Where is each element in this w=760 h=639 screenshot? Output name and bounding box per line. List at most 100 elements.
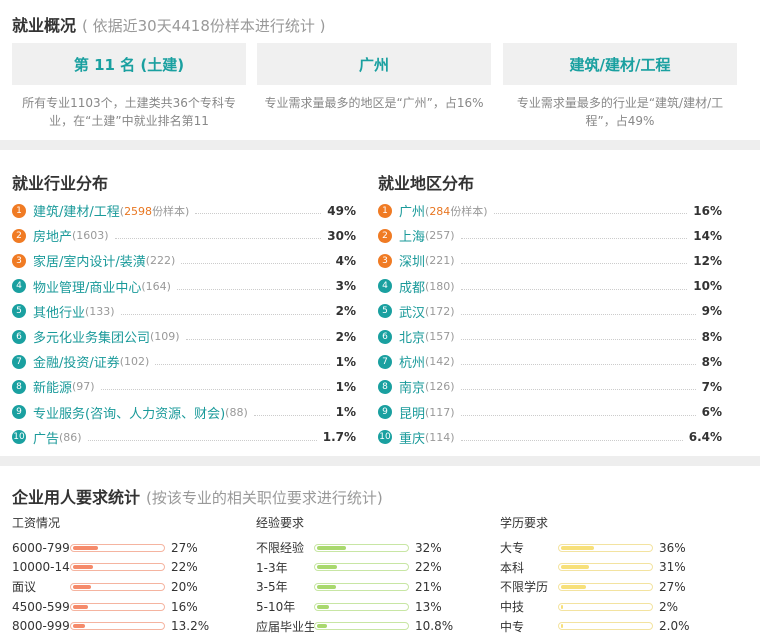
industry-row[interactable]: 3 家居/室内设计/装潢 (222) 4% xyxy=(12,248,356,273)
sample-count: (114) xyxy=(425,430,455,444)
dotted-leader xyxy=(120,313,330,315)
region-row[interactable]: 3 深圳 (221) 12% xyxy=(378,248,722,273)
rank-badge: 9 xyxy=(378,405,392,420)
industry-row[interactable]: 10 广告 (86) 1.7% xyxy=(12,425,356,450)
region-row[interactable]: 7 杭州 (142) 8% xyxy=(378,349,722,374)
region-name[interactable]: 上海 xyxy=(399,226,425,245)
overview-desc-top-industry: 专业需求量最多的行业是“建筑/建材/工程”，占49% xyxy=(516,96,724,128)
region-row[interactable]: 2 上海 (257) 14% xyxy=(378,223,722,248)
sample-count: (172) xyxy=(425,304,455,318)
count-suffix: 份样本) xyxy=(450,204,488,218)
sample-count: (142) xyxy=(425,355,455,369)
industry-name[interactable]: 金融/投资/证券 xyxy=(33,352,120,371)
region-name[interactable]: 武汉 xyxy=(399,302,425,321)
region-row[interactable]: 8 南京 (126) 7% xyxy=(378,374,722,399)
requirement-bar-fill xyxy=(317,545,346,550)
rank-badge: 2 xyxy=(378,228,392,243)
dotted-leader xyxy=(176,288,330,290)
industry-name[interactable]: 专业服务(咨询、人力资源、财会) xyxy=(33,403,225,422)
requirement-column-title: 工资情况 xyxy=(12,516,61,530)
region-row[interactable]: 4 成都 (180) 10% xyxy=(378,274,722,299)
region-distribution-list: 1 广州 (284份样本) 16% 2 上海 (257) 14% 3 深圳 (221) 12% 4 成都(… xyxy=(378,198,722,450)
region-name[interactable]: 成都 xyxy=(399,277,425,296)
region-name[interactable]: 北京 xyxy=(399,327,425,346)
sample-count: (133) xyxy=(85,304,115,318)
percentage: 10% xyxy=(693,279,722,294)
requirement-bar xyxy=(558,602,653,611)
industry-row[interactable]: 2 房地产 (1603) 30% xyxy=(12,223,356,248)
region-row[interactable]: 6 北京 (157) 8% xyxy=(378,324,722,349)
requirement-label: 10000-149 xyxy=(12,560,70,575)
rank-badge: 6 xyxy=(378,329,392,344)
percentage: 30% xyxy=(327,228,356,243)
dotted-leader xyxy=(460,288,688,290)
requirement-row: 大专 36% xyxy=(500,538,735,558)
industry-row[interactable]: 1 建筑/建材/工程 (2598份样本) 49% xyxy=(12,198,356,223)
industry-name[interactable]: 多元化业务集团公司 xyxy=(33,327,150,346)
dotted-leader xyxy=(460,238,688,240)
region-row[interactable]: 5 武汉 (172) 9% xyxy=(378,299,722,324)
requirement-bar xyxy=(70,543,165,552)
dotted-leader xyxy=(460,313,696,315)
sample-count: (117) xyxy=(425,405,455,419)
dotted-leader xyxy=(253,414,330,416)
requirement-bar-fill xyxy=(561,545,594,550)
percentage: 8% xyxy=(701,329,722,344)
industry-name[interactable]: 广告 xyxy=(33,428,59,447)
industry-row[interactable]: 9 专业服务(咨询、人力资源、财会) (88) 1% xyxy=(12,400,356,425)
sample-count: (1603) xyxy=(72,229,109,243)
requirement-label: 不限经验 xyxy=(256,541,305,556)
industry-row[interactable]: 5 其他行业 (133) 2% xyxy=(12,299,356,324)
industry-name[interactable]: 建筑/建材/工程 xyxy=(33,201,120,220)
dotted-leader xyxy=(100,389,330,391)
percentage: 3% xyxy=(335,279,356,294)
rank-badge: 2 xyxy=(12,228,26,243)
requirement-bar xyxy=(314,622,409,631)
requirement-bar-fill xyxy=(73,624,85,629)
industry-name[interactable]: 新能源 xyxy=(33,377,72,396)
overview-desc-top-region: 专业需求量最多的地区是“广州”，占16% xyxy=(264,96,484,110)
rank-badge: 6 xyxy=(12,329,26,344)
industry-name[interactable]: 家居/室内设计/装潢 xyxy=(33,251,146,270)
industry-name[interactable]: 房地产 xyxy=(33,226,72,245)
percentage: 6% xyxy=(701,405,722,420)
industry-row[interactable]: 4 物业管理/商业中心 (164) 3% xyxy=(12,274,356,299)
requirement-percentage: 16% xyxy=(171,599,198,614)
industry-name[interactable]: 其他行业 xyxy=(33,302,85,321)
requirement-percentage: 21% xyxy=(415,579,442,594)
region-row[interactable]: 1 广州 (284份样本) 16% xyxy=(378,198,722,223)
industry-name[interactable]: 物业管理/商业中心 xyxy=(33,277,141,296)
education-requirements: 学历要求 大专 36% 本科 31% 不限学历 27% 中技 2% 中专 2.0% xyxy=(500,514,735,636)
section-divider xyxy=(0,456,760,466)
industry-row[interactable]: 7 金融/投资/证券 (102) 1% xyxy=(12,349,356,374)
region-name[interactable]: 南京 xyxy=(399,377,425,396)
requirement-percentage: 27% xyxy=(171,540,198,555)
sample-count: (221) xyxy=(425,254,455,268)
percentage: 1.7% xyxy=(322,430,356,445)
region-name[interactable]: 杭州 xyxy=(399,352,425,371)
rank-badge: 7 xyxy=(378,354,392,369)
requirement-column-title: 学历要求 xyxy=(500,516,549,530)
requirement-label: 1-3年 xyxy=(256,560,288,575)
industry-row[interactable]: 6 多元化业务集团公司 (109) 2% xyxy=(12,324,356,349)
requirement-label: 6000-7999 xyxy=(12,540,70,555)
requirement-bar xyxy=(70,622,165,631)
requirements-section: 企业用人要求统计 (按该专业的相关职位要求进行统计) 工资情况 6000-7999 2… xyxy=(0,466,760,639)
region-name[interactable]: 重庆 xyxy=(399,428,425,447)
region-name[interactable]: 广州 xyxy=(399,201,425,220)
rank-badge: 1 xyxy=(12,203,26,218)
dotted-leader xyxy=(181,263,330,265)
requirements-title-text: 企业用人要求统计 xyxy=(12,488,141,507)
overview-title: 就业概况 ( 依据近30天4418份样本进行统计 ) xyxy=(12,12,326,36)
industry-row[interactable]: 8 新能源 (97) 1% xyxy=(12,374,356,399)
sample-count: (222) xyxy=(145,254,176,268)
requirement-bar-fill xyxy=(561,584,586,589)
dotted-leader xyxy=(155,364,330,366)
region-row[interactable]: 10 重庆 (114) 6.4% xyxy=(378,425,722,450)
region-name[interactable]: 深圳 xyxy=(399,251,425,270)
requirement-row: 8000-9999 13.2% xyxy=(12,616,247,636)
dotted-leader xyxy=(87,439,317,441)
requirement-bar xyxy=(558,543,653,552)
region-name[interactable]: 昆明 xyxy=(399,403,425,422)
region-row[interactable]: 9 昆明 (117) 6% xyxy=(378,400,722,425)
